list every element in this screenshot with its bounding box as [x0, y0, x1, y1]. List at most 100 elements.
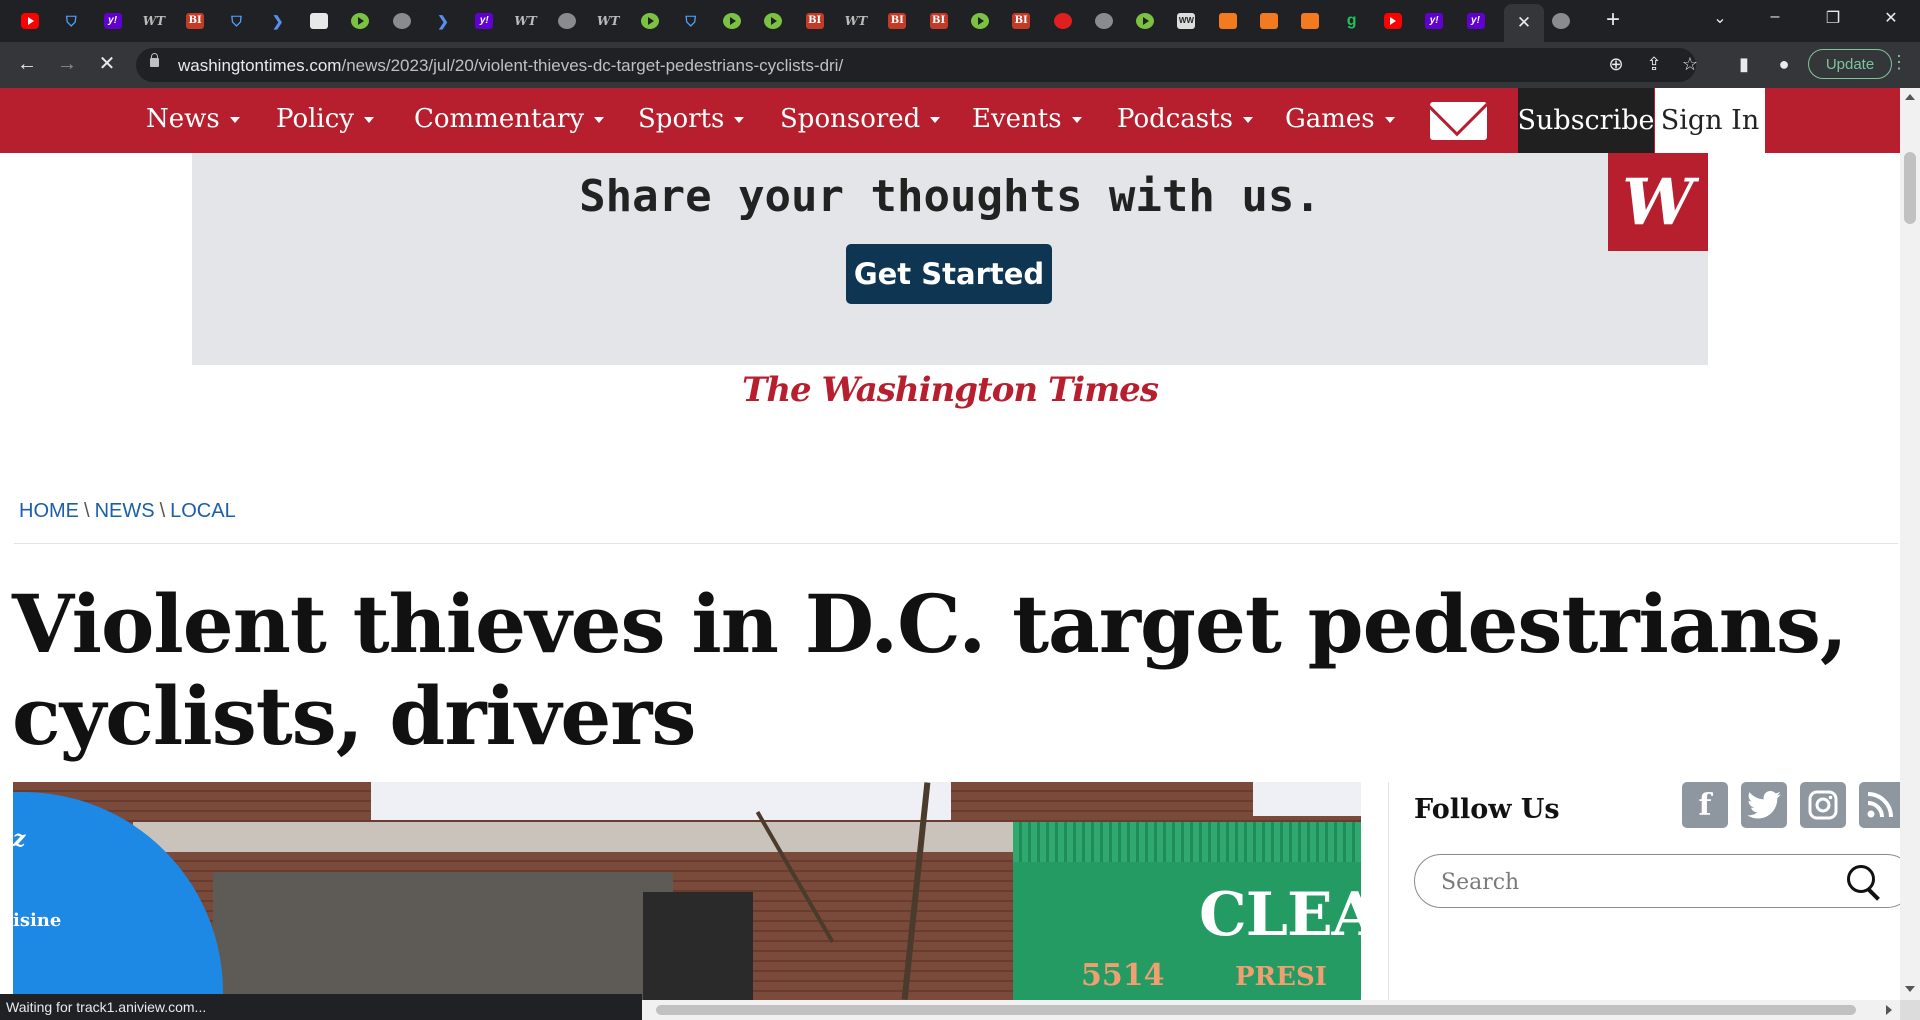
tab-shield[interactable]: ⛉ [671, 8, 711, 34]
breadcrumb-news[interactable]: NEWS [95, 500, 155, 522]
tab-play[interactable] [340, 8, 380, 34]
profile-icon[interactable]: ● [1772, 54, 1796, 75]
url-host: washingtontimes.com [178, 56, 342, 75]
nav-podcasts[interactable]: Podcasts [1117, 104, 1253, 134]
tab-arrow[interactable]: ❯ [423, 8, 463, 34]
tab-book[interactable] [1208, 8, 1248, 34]
tab-wt[interactable]: WT [588, 8, 628, 34]
tab-yahoo[interactable]: y! [1414, 8, 1454, 34]
subscribe-button[interactable]: Subscribe [1518, 88, 1654, 153]
chevron-down-icon [229, 117, 240, 123]
back-button[interactable]: ← [14, 53, 40, 75]
search-input[interactable] [1439, 867, 1823, 897]
tab-bi[interactable]: BI [795, 8, 835, 34]
tab-play[interactable] [712, 8, 752, 34]
nav-sports[interactable]: Sports [638, 104, 745, 134]
tab-shield[interactable]: ⛉ [217, 8, 257, 34]
article-photo[interactable]: z isine CLEA 5514 PRESI [13, 782, 1361, 1000]
search-icon[interactable] [1847, 865, 1875, 893]
tab-shield[interactable]: ⛉ [51, 8, 91, 34]
zoom-icon[interactable]: ⊕ [1604, 54, 1628, 75]
scroll-right-arrow-icon[interactable] [1886, 1005, 1892, 1015]
hscroll-thumb[interactable] [656, 1005, 1856, 1015]
tab-bi[interactable]: BI [1001, 8, 1041, 34]
tab-wt[interactable]: WT [134, 8, 174, 34]
tab-play[interactable] [630, 8, 670, 34]
url-text[interactable]: washingtontimes.com/news/2023/jul/20/vio… [178, 56, 843, 76]
tab-wt[interactable]: WT [506, 8, 546, 34]
tab-play[interactable] [960, 8, 1000, 34]
tab-book[interactable] [1290, 8, 1330, 34]
instagram-icon[interactable] [1800, 782, 1846, 828]
tab-bi[interactable]: BI [877, 8, 917, 34]
masthead-logo[interactable]: The Washington Times [0, 370, 1900, 410]
tab-search-icon[interactable]: ⌄ [1705, 8, 1735, 28]
tab-globe[interactable] [1084, 8, 1124, 34]
close-window-button[interactable]: ✕ [1876, 8, 1906, 28]
rss-icon[interactable] [1859, 782, 1900, 828]
tab-mic[interactable] [1043, 8, 1083, 34]
nav-policy[interactable]: Policy [276, 104, 374, 134]
tab-yahoo[interactable]: y! [93, 8, 133, 34]
tab-youtube[interactable] [1373, 8, 1413, 34]
nav-news[interactable]: News [146, 104, 240, 134]
globe-icon [1552, 13, 1570, 29]
share-icon[interactable]: ⇪ [1642, 54, 1666, 75]
breadcrumb-home[interactable]: HOME [19, 500, 79, 522]
arrow-icon: ❯ [271, 13, 284, 29]
twitter-bird-icon [1747, 791, 1781, 819]
close-tab-icon[interactable]: ✕ [1517, 13, 1531, 33]
tab-arrow[interactable]: ❯ [258, 8, 298, 34]
nav-games[interactable]: Games [1285, 104, 1395, 134]
tab-ww[interactable]: WW [1166, 8, 1206, 34]
tab-yahoo[interactable]: y! [1456, 8, 1496, 34]
tab-g[interactable]: g [1332, 8, 1372, 34]
omnibox[interactable]: washingtontimes.com/news/2023/jul/20/vio… [136, 48, 1698, 82]
forward-button[interactable]: → [54, 53, 80, 75]
tab-play[interactable] [1125, 8, 1165, 34]
tab-book[interactable] [1249, 8, 1289, 34]
tab-bi[interactable]: BI [919, 8, 959, 34]
tab-bi[interactable]: BI [175, 8, 215, 34]
tab-globe[interactable] [382, 8, 422, 34]
facebook-icon[interactable]: f [1682, 782, 1728, 828]
lock-icon[interactable] [150, 53, 159, 67]
ad-get-started-button[interactable]: Get Started [846, 244, 1052, 304]
nav-sponsored[interactable]: Sponsored [780, 104, 941, 134]
tab-yahoo[interactable]: y! [464, 8, 504, 34]
rss-glyph-icon [1867, 792, 1893, 818]
update-button[interactable]: Update [1808, 49, 1892, 79]
tab-globe[interactable] [1541, 8, 1581, 34]
nav-events[interactable]: Events [972, 104, 1082, 134]
restore-button[interactable]: ❐ [1818, 8, 1848, 28]
bookmark-star-icon[interactable]: ☆ [1678, 54, 1702, 75]
new-tab-button[interactable]: + [1600, 8, 1626, 32]
tab-active[interactable]: ✕ [1504, 4, 1544, 42]
scroll-up-arrow-icon[interactable] [1905, 94, 1915, 100]
horizontal-scrollbar[interactable] [642, 1000, 1900, 1020]
menu-kebab-icon[interactable]: ⋮ [1890, 52, 1908, 73]
scroll-thumb[interactable] [1904, 152, 1916, 224]
book-icon [1301, 13, 1320, 29]
scroll-down-arrow-icon[interactable] [1905, 986, 1915, 992]
minimize-button[interactable]: – [1760, 8, 1790, 26]
yahoo-icon: y! [1425, 13, 1444, 29]
photo-window [213, 872, 673, 1000]
vertical-scrollbar[interactable] [1900, 88, 1920, 1000]
newsletter-mail-icon[interactable] [1430, 102, 1487, 140]
stop-loading-button[interactable]: ✕ [94, 53, 120, 75]
tab-wt[interactable]: WT [836, 8, 876, 34]
bi-icon: BI [1012, 13, 1031, 29]
tab-grid[interactable] [299, 8, 339, 34]
nav-commentary[interactable]: Commentary [414, 104, 605, 134]
tab-play[interactable] [753, 8, 793, 34]
tab-globe[interactable] [547, 8, 587, 34]
tab-youtube[interactable] [10, 8, 50, 34]
photo-cleaners-sign: CLEA [1199, 880, 1361, 950]
globe-icon [1094, 13, 1113, 29]
side-panel-icon[interactable]: ▮ [1732, 54, 1756, 75]
twitter-icon[interactable] [1741, 782, 1787, 828]
breadcrumb-local[interactable]: LOCAL [170, 500, 236, 522]
sign-in-button[interactable]: Sign In [1655, 88, 1765, 153]
ad-banner[interactable]: Share your thoughts with us. Get Started… [192, 153, 1708, 365]
